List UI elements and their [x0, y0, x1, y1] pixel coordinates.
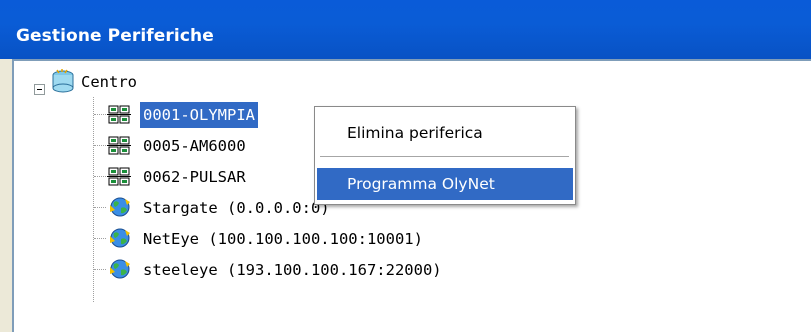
globe-icon [110, 197, 130, 217]
tree-item-label[interactable]: 0062-PULSAR [140, 164, 249, 190]
tree-connector-line [93, 97, 94, 302]
title-bar: Gestione Periferiche [0, 0, 811, 59]
menu-separator [320, 156, 569, 157]
globe-icon [110, 228, 130, 248]
tree-item-label[interactable]: Stargate (0.0.0.0:0) [140, 195, 333, 221]
network-device-icon [107, 167, 131, 186]
context-menu: Elimina periferica Programma OlyNet [314, 106, 576, 205]
network-device-icon [107, 105, 131, 124]
tree-item-label[interactable]: NetEye (100.100.100.100:10001) [140, 226, 426, 252]
tree-connector [94, 207, 106, 208]
tree-connector [94, 176, 106, 177]
collapse-toggle[interactable] [34, 84, 45, 95]
tree-root-label[interactable]: Centro [78, 70, 140, 94]
network-device-icon [107, 136, 131, 155]
window-title: Gestione Periferiche [16, 26, 214, 46]
menu-item-elimina-periferica[interactable]: Elimina periferica [317, 117, 573, 149]
tree-item-label[interactable]: 0001-OLYMPIA [140, 102, 258, 128]
tree-connector [94, 145, 106, 146]
tree-connector [94, 114, 106, 115]
menu-item-programma-olynet[interactable]: Programma OlyNet [317, 168, 573, 200]
tree-item-label[interactable]: 0005-AM6000 [140, 133, 249, 159]
tree-connector [94, 269, 106, 270]
database-icon [52, 69, 74, 93]
tree-connector [94, 238, 106, 239]
globe-icon [110, 259, 130, 279]
tree-item-label[interactable]: steeleye (193.100.100.167:22000) [140, 257, 445, 283]
